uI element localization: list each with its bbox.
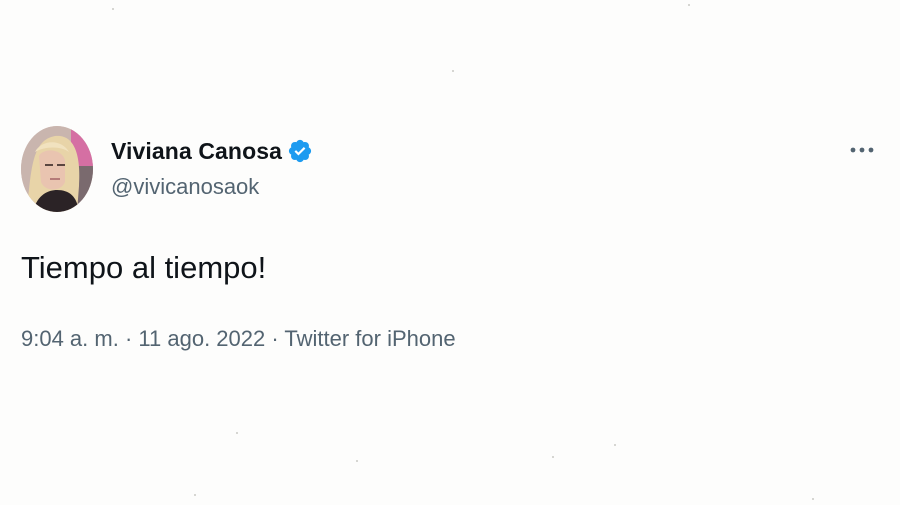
tweet-date[interactable]: 11 ago. 2022: [138, 326, 265, 351]
tweet-source[interactable]: Twitter for iPhone: [284, 326, 455, 351]
meta-separator: ·: [265, 326, 285, 351]
background-speck: [452, 70, 454, 72]
background-speck: [812, 498, 814, 500]
page: Viviana Canosa @vivicanosaok Tiempo al t…: [0, 0, 900, 505]
tweet-time[interactable]: 9:04 a. m.: [21, 326, 119, 351]
verified-badge-icon: [287, 138, 313, 164]
more-options-button[interactable]: [846, 138, 878, 162]
profile-photo-icon: [21, 126, 93, 212]
tweet-meta: 9:04 a. m. · 11 ago. 2022 · Twitter for …: [21, 326, 456, 352]
tweet-card[interactable]: Viviana Canosa @vivicanosaok Tiempo al t…: [0, 0, 900, 505]
display-name[interactable]: Viviana Canosa: [111, 138, 282, 165]
background-speck: [552, 456, 554, 458]
meta-separator: ·: [118, 326, 139, 351]
background-speck: [356, 460, 358, 462]
more-dots-icon: [850, 147, 874, 153]
author-name-row: Viviana Canosa: [111, 136, 313, 166]
background-speck: [614, 444, 616, 446]
avatar[interactable]: [21, 126, 93, 212]
background-speck: [236, 432, 238, 434]
user-handle[interactable]: @vivicanosaok: [111, 174, 259, 200]
background-speck: [112, 8, 114, 10]
background-speck: [688, 4, 690, 6]
background-speck: [194, 494, 196, 496]
tweet-text: Tiempo al tiempo!: [21, 250, 267, 285]
